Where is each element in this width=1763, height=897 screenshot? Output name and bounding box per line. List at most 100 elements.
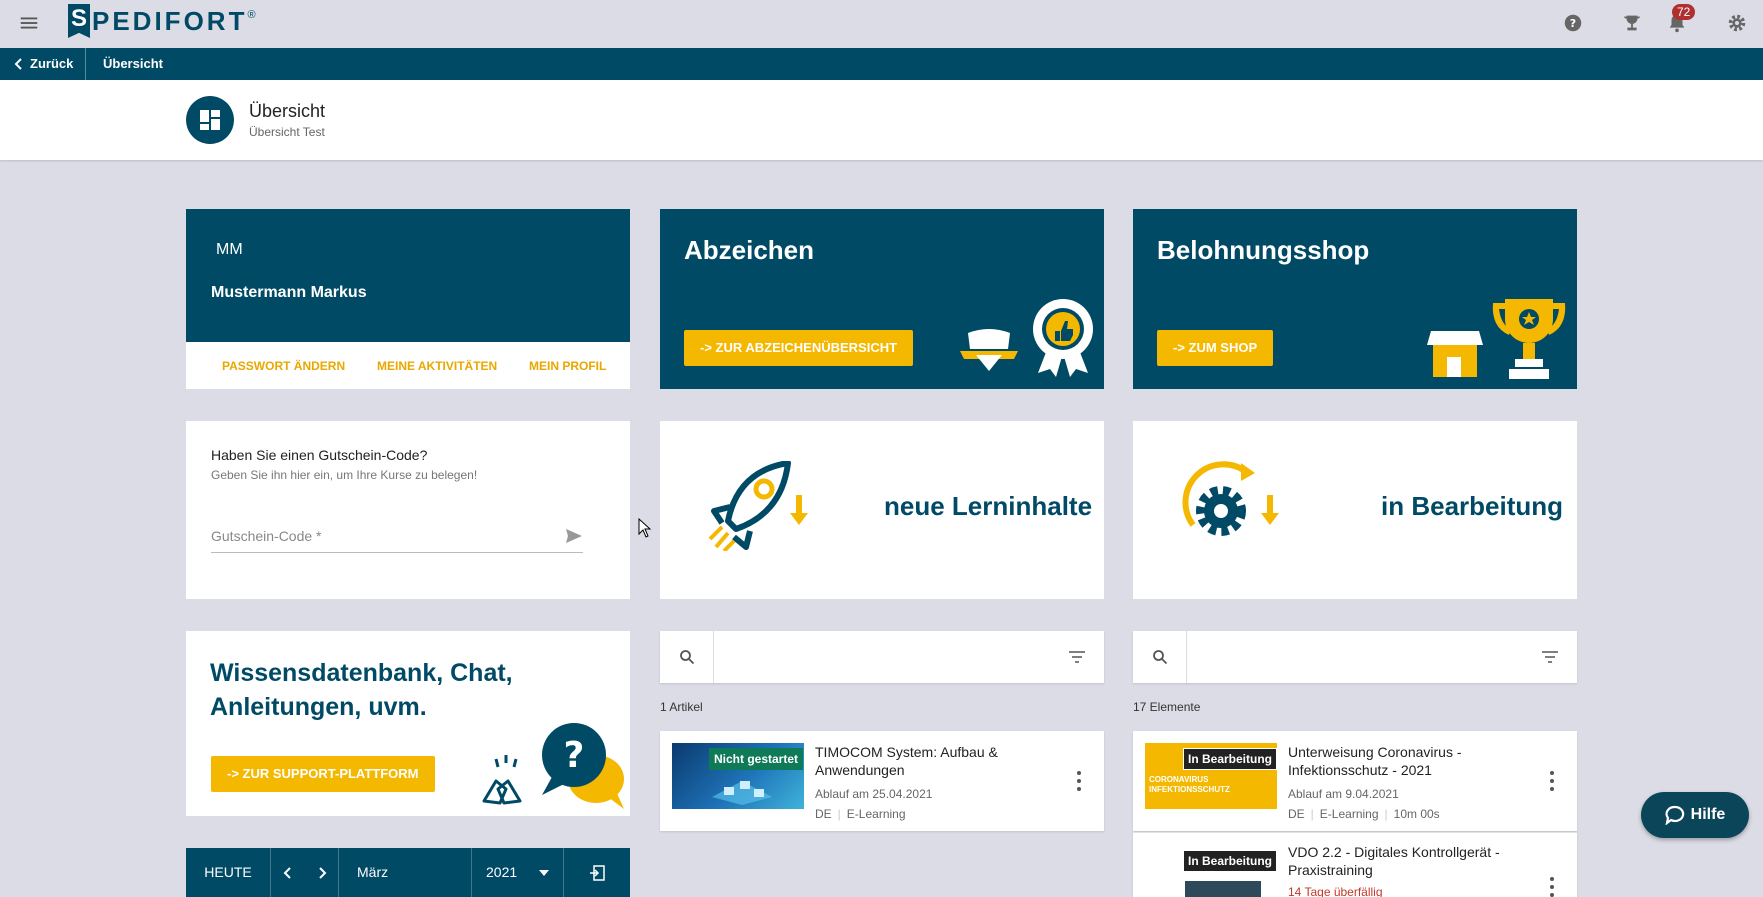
new-content-search-input[interactable] <box>720 639 1040 675</box>
page-title: Übersicht <box>249 101 326 121</box>
month-label: März <box>357 864 389 880</box>
profile-card: MM Mustermann Markus <box>186 209 630 342</box>
send-icon[interactable] <box>565 528 583 544</box>
support-platform-button[interactable]: -> ZUR SUPPORT-PLATTFORM <box>211 756 435 792</box>
course-expiry: Ablauf am 9.04.2021 <box>1288 787 1399 801</box>
sort-icon[interactable] <box>1541 650 1559 664</box>
voucher-placeholder: Gutschein-Code * <box>211 528 322 544</box>
help-label: Hilfe <box>1690 806 1726 823</box>
export-icon <box>590 864 605 881</box>
support-title-line-1: Wissensdatenbank, Chat, <box>210 659 513 687</box>
list-item[interactable]: CORONAVIRUS INFEKTIONSSCHUTZ In Bearbeit… <box>1133 731 1577 831</box>
calendar-bar: HEUTE März 2021 <box>186 848 630 897</box>
menu-icon[interactable] <box>18 12 40 34</box>
in-progress-search-bar <box>1133 631 1577 683</box>
course-title-line-2: Infektionsschutz - 2021 <box>1288 762 1432 778</box>
breadcrumb-current: Übersicht <box>103 56 163 71</box>
course-language: DE <box>815 807 832 821</box>
chat-question-icon: ? <box>542 723 624 809</box>
thumbnail-caption-line-2: INFEKTIONSSCHUTZ <box>1149 785 1230 794</box>
meta-divider: | <box>1310 807 1314 821</box>
help-button[interactable]: Hilfe <box>1641 792 1749 838</box>
trophy-icon[interactable] <box>1621 12 1643 34</box>
in-progress-search-button[interactable] <box>1133 631 1187 683</box>
help-circle-icon[interactable]: ? <box>1562 12 1584 34</box>
shop-store-icon <box>1427 331 1483 377</box>
course-expiry: Ablauf am 25.04.2021 <box>815 787 933 801</box>
back-button[interactable]: Zurück <box>14 48 87 80</box>
status-badge: In Bearbeitung <box>1183 850 1277 872</box>
in-progress-card[interactable]: in Bearbeitung <box>1133 421 1577 599</box>
logo-mark: S <box>68 4 90 38</box>
course-thumbnail: CORONAVIRUS INFEKTIONSSCHUTZ In Bearbeit… <box>1145 743 1277 809</box>
course-type: E-Learning <box>1319 807 1379 821</box>
logo-text: PEDIFORT <box>92 5 248 36</box>
more-options-icon[interactable] <box>1076 771 1082 791</box>
course-title-line-2: Praxistraining <box>1288 862 1373 878</box>
shop-card: Belohnungsshop -> ZUM SHOP <box>1133 209 1577 389</box>
rocket-icon <box>708 461 808 551</box>
badges-title: Abzeichen <box>684 235 815 265</box>
network-graphic-icon <box>712 781 772 805</box>
year-label: 2021 <box>486 864 518 880</box>
svg-text:?: ? <box>564 735 585 776</box>
support-card: Wissensdatenbank, Chat, Anleitungen, uvm… <box>186 631 630 816</box>
badges-overview-button[interactable]: -> ZUR ABZEICHENÜBERSICHT <box>684 330 914 366</box>
chevron-right-icon <box>318 866 326 879</box>
gear-progress-icon <box>1182 461 1279 536</box>
search-icon <box>679 650 694 665</box>
more-options-icon[interactable] <box>1549 771 1555 791</box>
list-item[interactable]: Nicht gestartet TIMOCOM System: Aufbau &… <box>660 731 1104 831</box>
shop-button[interactable]: -> ZUM SHOP <box>1157 330 1274 366</box>
support-title-line-2: Anleitungen, uvm. <box>210 693 427 721</box>
next-month-button[interactable] <box>305 848 339 897</box>
caret-down-icon <box>539 869 550 876</box>
chevron-left-icon <box>283 866 291 879</box>
svg-text:?: ? <box>1570 17 1576 30</box>
thumbs-up-medal-icon <box>1033 299 1093 377</box>
status-badge: In Bearbeitung <box>1183 748 1277 770</box>
new-content-search-bar <box>660 631 1104 683</box>
sort-icon[interactable] <box>1068 650 1086 664</box>
more-options-icon[interactable] <box>1549 877 1555 897</box>
new-content-search-button[interactable] <box>660 631 714 683</box>
course-meta: DE | E-Learning | 10m 00s <box>1288 807 1440 821</box>
my-profile-link[interactable]: MEIN PROFIL <box>529 359 606 373</box>
new-content-count: 1 Artikel <box>660 700 703 714</box>
course-title-line-2: Anwendungen <box>815 762 905 778</box>
meta-divider: | <box>837 807 841 821</box>
course-title-line-1: TIMOCOM System: Aufbau & <box>815 744 998 760</box>
in-progress-search-input[interactable] <box>1193 639 1513 675</box>
new-content-label: neue Lerninhalte <box>884 491 1093 521</box>
list-item[interactable]: In Bearbeitung VDO 2.2 - Digitales Kontr… <box>1133 832 1577 897</box>
mouse-cursor-icon <box>638 518 652 538</box>
voucher-subtitle: Geben Sie ihn hier ein, um Ihre Kurse zu… <box>211 468 478 482</box>
status-badge: Nicht gestartet <box>709 748 804 770</box>
course-type: E-Learning <box>846 807 906 821</box>
thumbnail-caption: CORONAVIRUS INFEKTIONSSCHUTZ <box>1149 775 1230 795</box>
month-select[interactable]: März <box>339 848 472 897</box>
my-activities-link[interactable]: MEINE AKTIVITÄTEN <box>377 359 497 373</box>
support-title: Wissensdatenbank, Chat, Anleitungen, uvm… <box>210 656 513 724</box>
new-content-card[interactable]: neue Lerninhalte <box>660 421 1104 599</box>
voucher-code-field[interactable]: Gutschein-Code * <box>211 519 583 553</box>
course-duration: 10m 00s <box>1393 807 1440 821</box>
top-bar <box>0 0 1763 48</box>
profile-initials: MM <box>216 241 243 258</box>
change-password-link[interactable]: PASSWORT ÄNDERN <box>222 359 345 373</box>
device-graphic <box>1185 881 1261 897</box>
handshake-icon <box>482 755 522 805</box>
app-logo[interactable]: S PEDIFORT ® <box>68 3 256 39</box>
today-button[interactable]: HEUTE <box>186 848 271 897</box>
profile-name: Mustermann Markus <box>211 284 367 301</box>
logo-registered: ® <box>247 9 256 21</box>
year-select[interactable]: 2021 <box>472 848 564 897</box>
gear-icon[interactable] <box>1726 12 1748 34</box>
course-title: Unterweisung Coronavirus - Infektionssch… <box>1288 743 1462 779</box>
calendar-export-button[interactable] <box>564 848 630 897</box>
back-label: Zurück <box>30 56 74 71</box>
prev-month-button[interactable] <box>271 848 305 897</box>
page-subtitle: Übersicht Test <box>249 125 325 139</box>
shop-title: Belohnungsshop <box>1157 235 1370 265</box>
profile-links: PASSWORT ÄNDERN MEINE AKTIVITÄTEN MEIN P… <box>186 342 630 389</box>
